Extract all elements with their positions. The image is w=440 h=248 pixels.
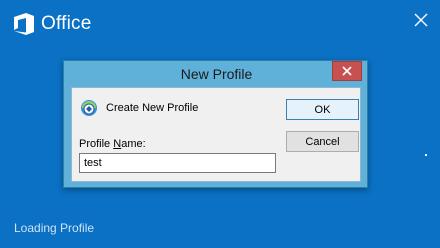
dialog-close-button[interactable] <box>332 61 362 81</box>
new-profile-dialog: New Profile Create New Profile Profile N… <box>63 60 368 188</box>
profile-name-label-prefix: Profile <box>79 138 114 150</box>
office-logo-text: Office <box>41 13 92 34</box>
close-icon <box>342 66 352 76</box>
progress-dot <box>425 154 427 156</box>
dialog-title: New Profile <box>180 66 253 82</box>
dialog-body: Create New Profile Profile Name: OK Canc… <box>71 87 361 182</box>
loading-status: Loading Profile <box>14 221 95 235</box>
profile-name-label-suffix: ame: <box>121 138 146 150</box>
close-icon[interactable] <box>413 12 429 28</box>
profile-name-label: Profile Name: <box>79 138 146 150</box>
cancel-button[interactable]: Cancel <box>286 131 359 152</box>
profile-name-input[interactable] <box>79 153 276 173</box>
profile-name-label-accesskey: N <box>113 138 122 150</box>
create-profile-label: Create New Profile <box>106 102 199 114</box>
office-logo-icon <box>14 13 34 35</box>
ok-button[interactable]: OK <box>286 99 359 120</box>
profile-icon <box>81 100 97 116</box>
